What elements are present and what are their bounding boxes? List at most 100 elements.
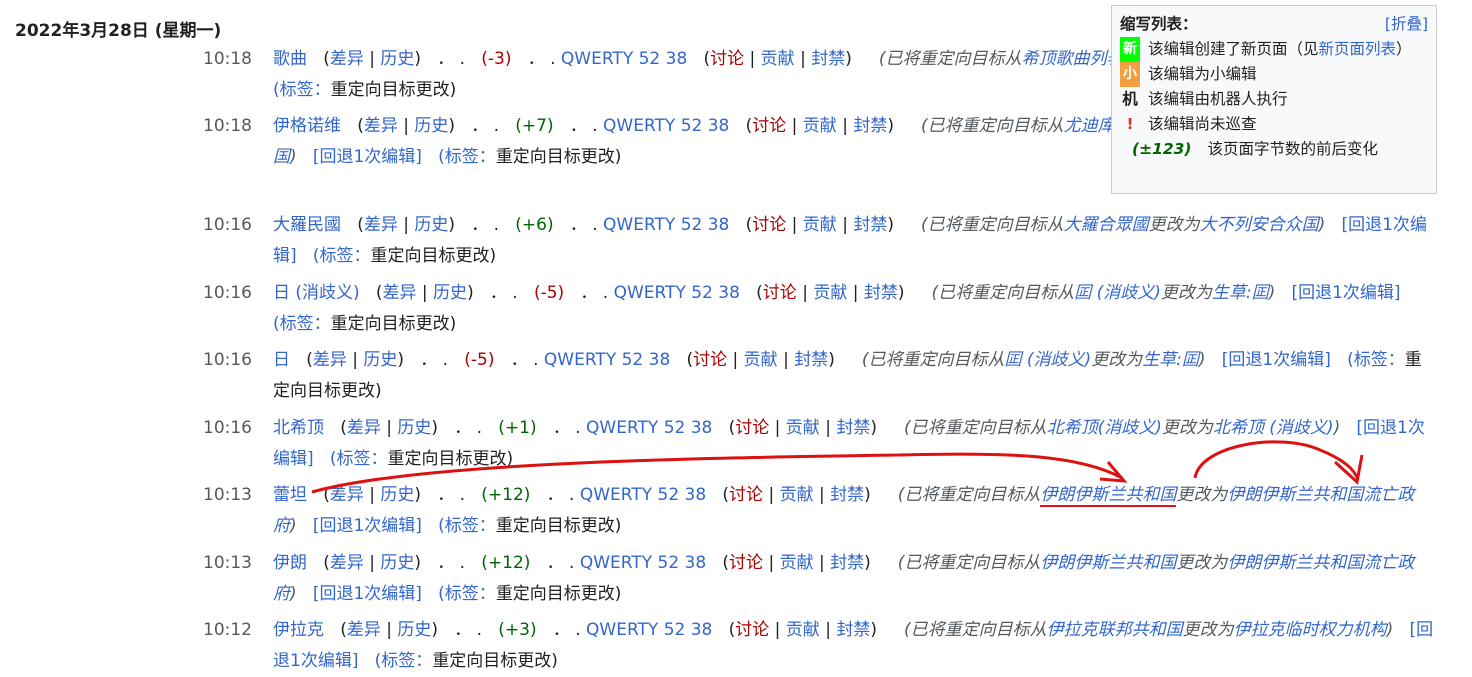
tag-label-link[interactable]: (标签：	[375, 651, 433, 671]
history-link[interactable]: 历史	[397, 620, 431, 640]
user-talk-link[interactable]: 讨论	[729, 553, 763, 573]
tag-label-link[interactable]: (标签：	[1347, 350, 1405, 370]
change-entry: 10:13 蕾坦 (差异 | 历史) ． . (+12) ． . QWERTY 5…	[203, 480, 1443, 542]
user-block-link[interactable]: 封禁	[830, 485, 864, 505]
history-link[interactable]: 历史	[380, 49, 414, 69]
redirect-to-link[interactable]: 生草:囸	[1212, 283, 1269, 303]
entry-time: 10:13	[203, 485, 252, 505]
page-title-link[interactable]: 北希顶	[273, 418, 324, 438]
history-link[interactable]: 历史	[380, 553, 414, 573]
redirect-from-link[interactable]: 希顶歌曲列表	[1022, 49, 1124, 69]
diff-link[interactable]: 差异	[347, 418, 381, 438]
user-link[interactable]: QWERTY 52 38	[561, 49, 687, 69]
diff-link[interactable]: 差异	[364, 215, 398, 235]
user-talk-link[interactable]: 讨论	[735, 620, 769, 640]
history-link[interactable]: 历史	[380, 485, 414, 505]
user-talk-link[interactable]: 讨论	[752, 215, 786, 235]
user-block-link[interactable]: 封禁	[794, 350, 828, 370]
undo-link[interactable]: [回退1次编辑]	[313, 516, 422, 536]
history-link[interactable]: 历史	[433, 283, 467, 303]
history-link[interactable]: 历史	[397, 418, 431, 438]
diff-link[interactable]: 差异	[330, 553, 364, 573]
user-block-link[interactable]: 封禁	[811, 49, 845, 69]
user-link[interactable]: QWERTY 52 38	[544, 350, 670, 370]
user-talk-link[interactable]: 讨论	[710, 49, 744, 69]
redirect-from-link[interactable]: 伊朗伊斯兰共和国	[1040, 553, 1176, 573]
undo-link[interactable]: [回退1次编辑]	[1291, 283, 1400, 303]
page-title-link[interactable]: 歌曲	[273, 49, 307, 69]
tag-label-link[interactable]: (标签：	[273, 314, 331, 334]
user-block-link[interactable]: 封禁	[864, 283, 898, 303]
page-title-link[interactable]: 日 (消歧义)	[273, 283, 360, 303]
diff-link[interactable]: 差异	[383, 283, 417, 303]
user-talk-link[interactable]: 讨论	[752, 116, 786, 136]
history-link[interactable]: 历史	[363, 350, 397, 370]
diff-link[interactable]: 差异	[347, 620, 381, 640]
tag-label-link[interactable]: (标签：	[313, 246, 371, 266]
user-talk-link[interactable]: 讨论	[735, 418, 769, 438]
diff-link[interactable]: 差异	[330, 49, 364, 69]
new-pages-link[interactable]: 新页面列表	[1319, 40, 1397, 58]
user-contribs-link[interactable]: 贡献	[803, 116, 837, 136]
entry-time: 10:16	[203, 215, 252, 235]
user-link[interactable]: QWERTY 52 38	[580, 485, 706, 505]
tags: (标签：重定向目标更改)	[273, 80, 456, 100]
undo-link[interactable]: [回退1次编辑]	[313, 147, 422, 167]
page-title-link[interactable]: 伊朗	[273, 553, 307, 573]
user-link[interactable]: QWERTY 52 38	[603, 116, 729, 136]
user-link[interactable]: QWERTY 52 38	[580, 553, 706, 573]
history-link[interactable]: 历史	[414, 215, 448, 235]
diff-link[interactable]: 差异	[330, 485, 364, 505]
page-title-link[interactable]: 伊格诺维	[273, 116, 341, 136]
redirect-from-link[interactable]: 囸 (消歧义)	[1005, 350, 1092, 370]
user-contribs-link[interactable]: 贡献	[761, 49, 795, 69]
user-block-link[interactable]: 封禁	[836, 418, 870, 438]
user-contribs-link[interactable]: 贡献	[813, 283, 847, 303]
user-block-link[interactable]: 封禁	[853, 215, 887, 235]
user-link[interactable]: QWERTY 52 38	[586, 418, 712, 438]
tag-label-link[interactable]: (标签：	[438, 516, 496, 536]
user-contribs-link[interactable]: 贡献	[803, 215, 837, 235]
user-talk-link[interactable]: 讨论	[693, 350, 727, 370]
tag-label-link[interactable]: (标签：	[438, 584, 496, 604]
change-entry: 10:16 日 (差异 | 历史) ． . (-5) ． . QWERTY 52 …	[203, 345, 1443, 407]
user-link[interactable]: QWERTY 52 38	[586, 620, 712, 640]
user-talk-link[interactable]: 讨论	[763, 283, 797, 303]
page-title-link[interactable]: 日	[273, 350, 290, 370]
tag-label-link[interactable]: (标签：	[438, 147, 496, 167]
entry-time: 10:18	[203, 49, 252, 69]
history-link[interactable]: 历史	[414, 116, 448, 136]
page-title-link[interactable]: 蕾坦	[273, 485, 307, 505]
tag-label-link[interactable]: (标签：	[330, 449, 388, 469]
tag-label-link[interactable]: (标签：	[273, 80, 331, 100]
redirect-from-link[interactable]: 伊朗伊斯兰共和国	[1040, 485, 1177, 507]
redirect-to-link[interactable]: 伊拉克临时权力机构	[1234, 620, 1387, 640]
user-contribs-link[interactable]: 贡献	[780, 553, 814, 573]
user-contribs-link[interactable]: 贡献	[780, 485, 814, 505]
redirect-to-link[interactable]: 生草:囸	[1142, 350, 1199, 370]
user-contribs-link[interactable]: 贡献	[786, 620, 820, 640]
redirect-from-link[interactable]: 北希顶(消歧义)	[1047, 418, 1162, 438]
user-block-link[interactable]: 封禁	[830, 553, 864, 573]
separator-dots: ． .	[569, 116, 598, 136]
redirect-from-link[interactable]: 大羅合眾國	[1064, 215, 1149, 235]
user-block-link[interactable]: 封禁	[853, 116, 887, 136]
undo-link[interactable]: [回退1次编辑]	[313, 584, 422, 604]
user-block-link[interactable]: 封禁	[836, 620, 870, 640]
user-link[interactable]: QWERTY 52 38	[603, 215, 729, 235]
redirect-to-link[interactable]: 大不列安合众国	[1200, 215, 1319, 235]
diff-link[interactable]: 差异	[364, 116, 398, 136]
user-contribs-link[interactable]: 贡献	[786, 418, 820, 438]
undo-link[interactable]: [回退1次编辑]	[1222, 350, 1331, 370]
user-talk-link[interactable]: 讨论	[729, 485, 763, 505]
redirect-from-link[interactable]: 伊拉克联邦共和国	[1047, 620, 1183, 640]
page-title-link[interactable]: 伊拉克	[273, 620, 324, 640]
diff-link[interactable]: 差异	[313, 350, 347, 370]
entry-time: 10:18	[203, 116, 252, 136]
redirect-to-link[interactable]: 北希顶 (消歧义)	[1213, 418, 1334, 438]
user-link[interactable]: QWERTY 52 38	[614, 283, 740, 303]
user-contribs-link[interactable]: 贡献	[744, 350, 778, 370]
redirect-from-link[interactable]: 囸 (消歧义)	[1074, 283, 1161, 303]
page-title-link[interactable]: 大羅民國	[273, 215, 341, 235]
legend-collapse-link[interactable]: [折叠]	[1385, 12, 1428, 37]
